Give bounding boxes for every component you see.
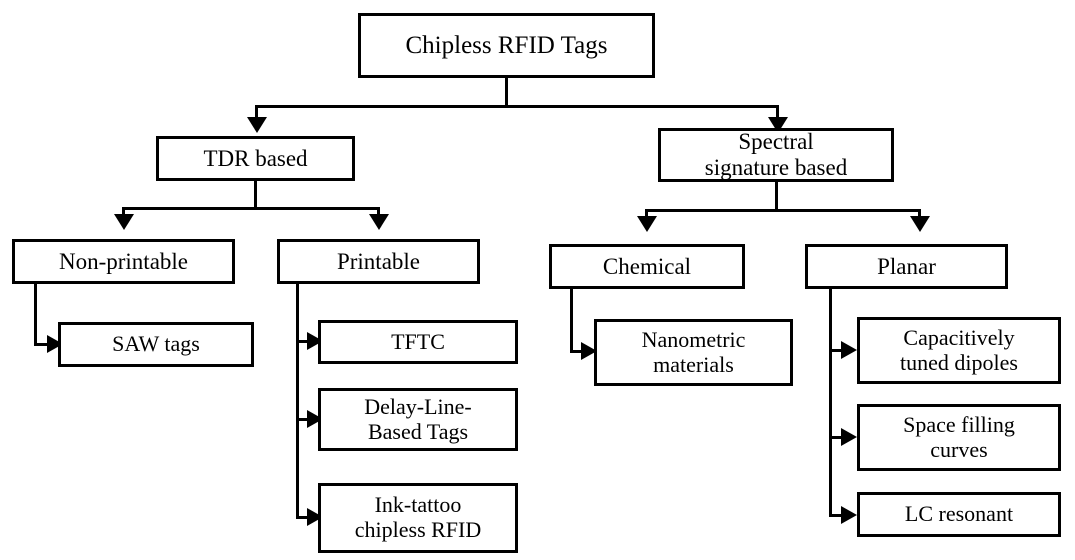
node-label-line-1: Space filling	[903, 411, 1015, 437]
connector-root-stem	[505, 78, 508, 106]
node-label: SAW tags	[112, 331, 200, 357]
node-label-line-1: Nanometric	[641, 326, 746, 352]
arrowhead-tdr-to-non-printable	[114, 214, 134, 230]
node-label-line-1: Delay-Line-	[364, 393, 472, 419]
node-label: Chemical	[602, 253, 692, 279]
node-label-line-2: materials	[653, 351, 734, 377]
node-nanometric-materials[interactable]: Nanometric materials	[594, 319, 793, 386]
connector-spectral-stem	[775, 182, 778, 210]
node-label-line-2: curves	[930, 436, 988, 462]
connector-printable-spine	[296, 284, 299, 519]
node-label: Chipless RFID Tags	[405, 31, 608, 59]
connector-planar-spine	[829, 289, 832, 517]
node-printable[interactable]: Printable	[277, 239, 480, 284]
arrowhead-spectral-to-planar	[910, 216, 930, 232]
node-label: LC resonant	[904, 501, 1014, 527]
connector-spectral-bus	[645, 209, 921, 212]
connector-tdr-bus	[122, 207, 380, 210]
node-tftc[interactable]: TFTC	[318, 320, 518, 364]
arrowhead-tdr-to-printable	[369, 214, 389, 230]
node-label: TDR based	[203, 145, 308, 171]
connector-non-printable-spine	[34, 284, 37, 346]
node-label-line-2: signature based	[704, 155, 848, 180]
chipless-rfid-taxonomy-diagram: Chipless RFID Tags TDR based Spectral si…	[0, 0, 1075, 560]
node-delay-line-based-tags[interactable]: Delay-Line- Based Tags	[318, 388, 518, 451]
arrowhead-spectral-to-chemical	[637, 216, 657, 232]
node-capacitively-tuned-dipoles[interactable]: Capacitively tuned dipoles	[857, 317, 1061, 384]
node-label-line-1: Spectral	[738, 129, 814, 155]
connector-tdr-stem	[254, 181, 257, 208]
node-chipless-rfid-tags[interactable]: Chipless RFID Tags	[358, 13, 655, 78]
node-planar[interactable]: Planar	[805, 244, 1008, 289]
node-label-line-2: tuned dipoles	[900, 349, 1018, 375]
connector-root-bus	[255, 105, 779, 108]
node-label: Printable	[336, 248, 421, 274]
arrowhead-to-space-filling-curves	[841, 428, 857, 446]
connector-chemical-spine	[570, 289, 573, 353]
node-label: TFTC	[391, 328, 445, 354]
node-saw-tags[interactable]: SAW tags	[58, 322, 254, 367]
node-label: Planar	[877, 253, 936, 279]
node-ink-tattoo-chipless-rfid[interactable]: Ink-tattoo chipless RFID	[318, 483, 518, 553]
node-spectral-signature-based[interactable]: Spectral signature based	[658, 128, 894, 182]
node-tdr-based[interactable]: TDR based	[156, 136, 355, 181]
node-label: Non-printable	[58, 248, 188, 274]
arrowhead-to-lc-resonant	[841, 506, 857, 524]
node-space-filling-curves[interactable]: Space filling curves	[857, 404, 1061, 471]
node-lc-resonant[interactable]: LC resonant	[857, 492, 1061, 537]
arrowhead-root-to-tdr	[247, 117, 267, 133]
node-label-line-1: Ink-tattoo	[374, 492, 462, 518]
arrowhead-to-capacitively-tuned-dipoles	[841, 341, 857, 359]
node-label-line-2: Based Tags	[367, 418, 469, 444]
node-label-line-1: Capacitively	[903, 324, 1015, 350]
node-label-line-2: chipless RFID	[354, 517, 482, 542]
node-non-printable[interactable]: Non-printable	[12, 239, 235, 284]
node-chemical[interactable]: Chemical	[549, 244, 745, 289]
